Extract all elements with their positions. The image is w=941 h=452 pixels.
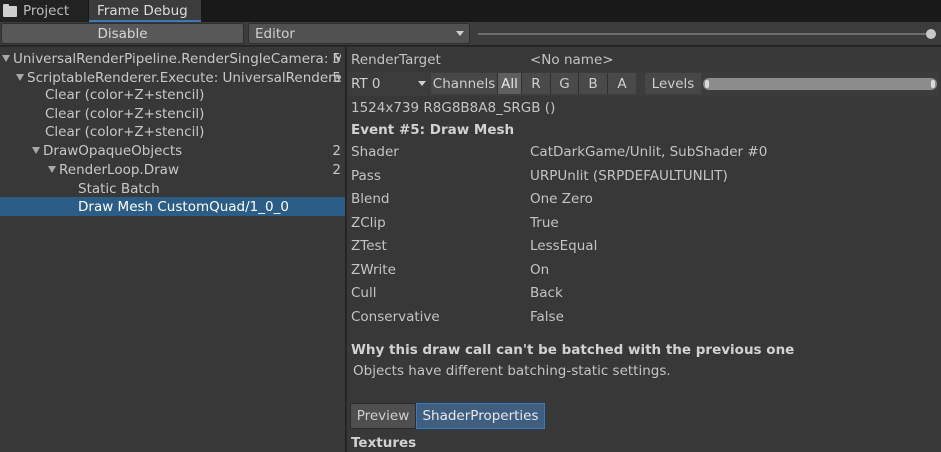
event-tree: UniversalRenderPipeline.RenderSingleCame…: [0, 47, 346, 452]
resolution-text: 1524x739 R8G8B8A8_SRGB (): [351, 100, 556, 116]
render-target-toolbar: RT 0 Channels All R G B A Levels: [349, 72, 939, 96]
property-key: ZClip: [351, 215, 386, 231]
channel-b-button[interactable]: B: [578, 73, 607, 94]
property-key: Shader: [351, 144, 399, 160]
property-key: ZTest: [351, 238, 387, 254]
channel-g-button[interactable]: G: [550, 73, 578, 94]
tab-shader-properties[interactable]: ShaderProperties: [416, 403, 545, 429]
render-target-row: RenderTarget <No name>: [351, 52, 941, 72]
disable-button[interactable]: Disable: [1, 23, 244, 44]
expand-arrow-icon[interactable]: [16, 74, 24, 81]
tab-preview[interactable]: Preview: [350, 403, 416, 429]
property-row: Conservative False: [351, 309, 941, 329]
rt-dropdown-value: RT 0: [351, 75, 381, 92]
tree-item-label: Draw Mesh CustomQuad/1_0_0: [78, 198, 289, 215]
event-title: Event #5: Draw Mesh: [351, 122, 515, 138]
tree-item-count: 2: [332, 142, 341, 159]
target-dropdown-value: Editor: [255, 25, 295, 42]
window-tab-strip: Project Frame Debug: [0, 0, 941, 22]
channels-label: Channels: [431, 73, 497, 94]
event-slider-track: [478, 33, 932, 35]
expand-arrow-icon[interactable]: [2, 55, 10, 62]
property-value: On: [530, 262, 550, 278]
property-key: Cull: [351, 285, 377, 301]
tab-frame-debug[interactable]: Frame Debug: [89, 0, 201, 22]
levels-label: Levels: [645, 73, 701, 94]
tree-item-label: ScriptableRenderer.Execute: UniversalRen…: [27, 69, 341, 86]
property-row: ZTest LessEqual: [351, 238, 941, 258]
tree-item-label: UniversalRenderPipeline.RenderSingleCame…: [13, 50, 341, 67]
property-value: True: [530, 215, 559, 231]
render-target-label: RenderTarget: [351, 52, 441, 68]
tree-item-label: Clear (color+Z+stencil): [45, 123, 205, 140]
property-key: ZWrite: [351, 262, 396, 278]
tree-item[interactable]: Clear (color+Z+stencil): [0, 85, 345, 104]
property-row: Cull Back: [351, 285, 941, 305]
property-row: Blend One Zero: [351, 191, 941, 211]
event-slider[interactable]: [478, 25, 938, 43]
tab-project-label: Project: [23, 3, 70, 19]
property-row: ZClip True: [351, 215, 941, 235]
tree-item[interactable]: Clear (color+Z+stencil): [0, 104, 345, 123]
frame-debug-toolbar: Disable Editor: [0, 22, 941, 46]
tree-item[interactable]: UniversalRenderPipeline.RenderSingleCame…: [0, 49, 345, 68]
property-row: Shader CatDarkGame/Unlit, SubShader #0: [351, 144, 941, 164]
tree-item[interactable]: Static Batch: [0, 179, 345, 198]
property-key: Blend: [351, 191, 390, 207]
tree-item-selected[interactable]: Draw Mesh CustomQuad/1_0_0: [0, 197, 345, 216]
batch-break-reason: Objects have different batching-static s…: [353, 363, 671, 379]
property-value: CatDarkGame/Unlit, SubShader #0: [530, 144, 768, 160]
property-key: Pass: [351, 168, 381, 184]
property-value: False: [530, 309, 564, 325]
tree-item-label: Clear (color+Z+stencil): [45, 105, 205, 122]
event-detail-panel: RenderTarget <No name> RT 0 Channels All…: [347, 47, 941, 452]
batch-break-heading: Why this draw call can't be batched with…: [351, 342, 795, 358]
property-value: URPUnlit (SRPDEFAULTUNLIT): [530, 168, 728, 184]
tree-item-label: Static Batch: [78, 180, 160, 197]
tree-item-count: 5: [332, 50, 341, 67]
tree-item-label: RenderLoop.Draw: [59, 161, 179, 178]
tree-item-count: 5: [332, 69, 341, 86]
tree-item-label: DrawOpaqueObjects: [43, 142, 183, 159]
target-dropdown[interactable]: Editor: [248, 23, 470, 44]
property-value: LessEqual: [530, 238, 598, 254]
render-target-value: <No name>: [530, 52, 614, 68]
tab-project[interactable]: Project: [0, 0, 88, 22]
property-value: Back: [530, 285, 563, 301]
tree-item[interactable]: RenderLoop.Draw 2: [0, 160, 345, 179]
channel-all-button[interactable]: All: [497, 73, 521, 94]
tree-item[interactable]: Clear (color+Z+stencil): [0, 122, 345, 141]
chevron-down-icon: [418, 81, 426, 86]
tab-frame-debug-label: Frame Debug: [97, 3, 188, 19]
tree-item-label: Clear (color+Z+stencil): [45, 86, 205, 103]
property-key: Conservative: [351, 309, 440, 325]
expand-arrow-icon[interactable]: [48, 166, 56, 173]
folder-icon: [3, 3, 17, 17]
textures-heading: Textures: [351, 435, 417, 451]
tree-item-count: 2: [332, 161, 341, 178]
channel-r-button[interactable]: R: [521, 73, 550, 94]
rt-dropdown[interactable]: RT 0: [349, 73, 429, 94]
property-value: One Zero: [530, 191, 593, 207]
expand-arrow-icon[interactable]: [32, 147, 40, 154]
levels-range-slider[interactable]: [703, 78, 937, 90]
channel-a-button[interactable]: A: [607, 73, 636, 94]
chevron-down-icon: [456, 31, 464, 36]
tree-item[interactable]: DrawOpaqueObjects 2: [0, 141, 345, 160]
property-row: ZWrite On: [351, 262, 941, 282]
property-row: Pass URPUnlit (SRPDEFAULTUNLIT): [351, 168, 941, 188]
event-slider-thumb[interactable]: [926, 29, 936, 39]
